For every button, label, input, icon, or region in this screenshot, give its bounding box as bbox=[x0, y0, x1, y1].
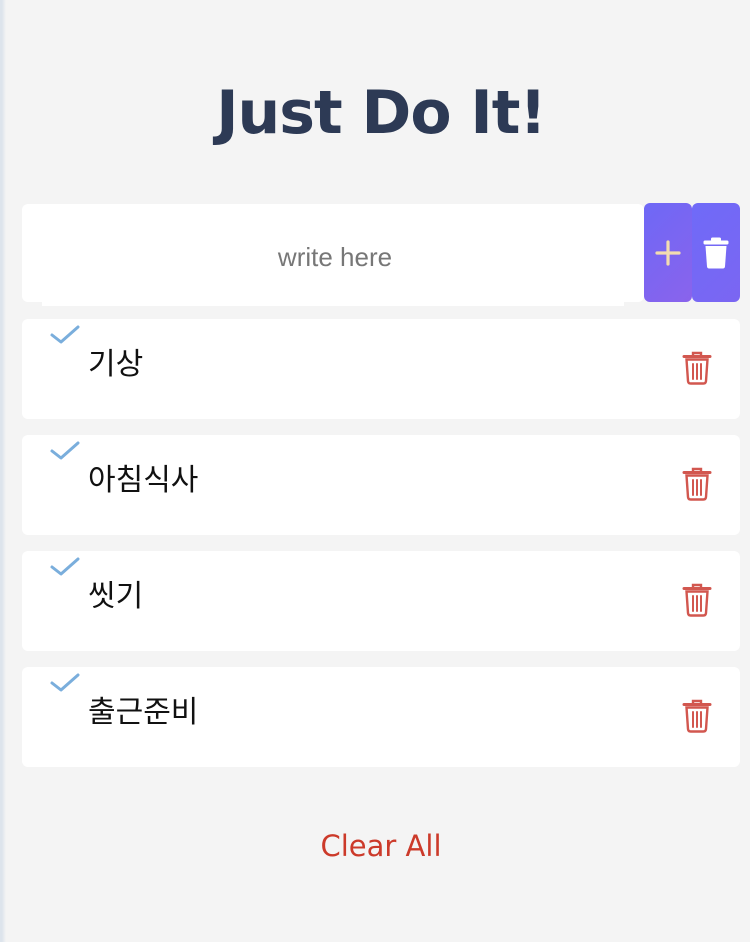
todo-text: 아침식사 bbox=[88, 463, 199, 498]
trash-icon[interactable] bbox=[682, 351, 712, 385]
todo-text: 기상 bbox=[88, 347, 144, 382]
todo-input-underline bbox=[42, 302, 624, 306]
trash-icon bbox=[703, 237, 729, 268]
trash-icon[interactable] bbox=[682, 699, 712, 733]
trash-icon[interactable] bbox=[682, 467, 712, 501]
plus-icon bbox=[655, 239, 681, 266]
todo-item: 출근준비 bbox=[22, 667, 740, 767]
clear-all-button[interactable]: Clear All bbox=[6, 826, 750, 866]
todo-input[interactable] bbox=[42, 204, 628, 310]
trash-icon[interactable] bbox=[682, 583, 712, 617]
todo-list: 기상아침식사씻기출근준비 bbox=[22, 319, 740, 783]
delete-input-button[interactable] bbox=[692, 203, 740, 302]
check-icon[interactable] bbox=[50, 441, 80, 461]
todo-input-container bbox=[22, 204, 644, 310]
todo-item: 씻기 bbox=[22, 551, 740, 651]
check-icon[interactable] bbox=[50, 673, 80, 693]
todo-item: 아침식사 bbox=[22, 435, 740, 535]
todo-text: 씻기 bbox=[88, 579, 144, 614]
page-title: Just Do It! bbox=[216, 78, 547, 148]
add-button[interactable] bbox=[644, 203, 692, 302]
todo-text: 출근준비 bbox=[88, 695, 199, 730]
check-icon[interactable] bbox=[50, 325, 80, 345]
todo-item: 기상 bbox=[22, 319, 740, 419]
check-icon[interactable] bbox=[50, 557, 80, 577]
